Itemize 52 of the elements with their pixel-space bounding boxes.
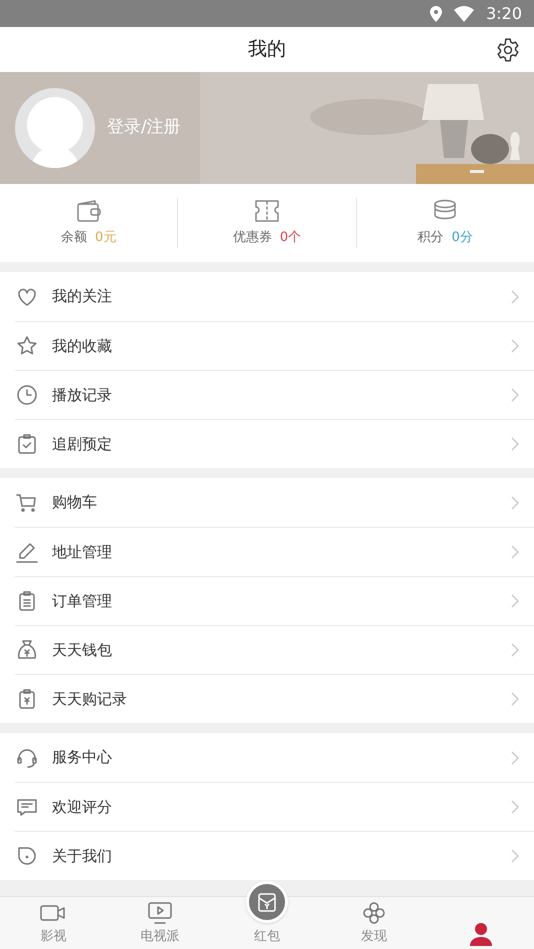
stat-label: 余额 [61, 229, 88, 248]
menu-label: 关于我们 [52, 846, 113, 867]
menu-label: 欢迎评分 [52, 796, 113, 818]
stat-label: 优惠券 [232, 229, 272, 248]
menu-item[interactable]: 购物车 [15, 478, 534, 527]
menu-item[interactable]: 天天购记录 [15, 674, 534, 723]
menu-label: 追剧预定 [52, 434, 113, 455]
menu-label: 天天钱包 [52, 640, 113, 661]
chevron-right-icon [511, 594, 519, 608]
page-title: 我的 [248, 37, 286, 62]
wifi-icon [454, 6, 474, 22]
menu-label: 购物车 [52, 492, 98, 514]
chevron-right-icon [511, 496, 519, 510]
stat-value: 0分 [452, 229, 473, 248]
menu-label: 播放记录 [52, 384, 113, 406]
chevron-right-icon [511, 800, 519, 814]
chevron-right-icon [511, 339, 519, 353]
chevron-right-icon [511, 545, 519, 559]
chevron-right-icon [511, 849, 519, 863]
menu-label: 地址管理 [52, 542, 113, 563]
chevron-right-icon [511, 692, 519, 706]
menu-item[interactable]: 我的收藏 [15, 321, 534, 370]
menu-item[interactable]: 关于我们 [15, 831, 534, 880]
envelope-icon[interactable] [246, 881, 288, 923]
stat-value: 0个 [280, 229, 302, 248]
menu-label: 我的关注 [52, 286, 113, 308]
menu-item[interactable]: 欢迎评分 [15, 782, 534, 831]
menu-item[interactable]: 服务中心 [15, 733, 534, 782]
stat-value: 0元 [95, 229, 116, 248]
chevron-right-icon [511, 750, 519, 764]
money-bag-icon [15, 638, 39, 662]
menu-label: 我的收藏 [52, 336, 113, 357]
menu-label: 天天购记录 [52, 688, 128, 710]
menu-item[interactable]: 我的关注 [15, 272, 534, 321]
menu-label: 订单管理 [52, 590, 113, 612]
wallet-icon [74, 198, 103, 224]
chevron-right-icon [511, 290, 519, 304]
location-icon [430, 6, 442, 22]
menu-item[interactable]: 地址管理 [15, 527, 534, 576]
menu-label: 服务中心 [52, 747, 113, 768]
menu-item[interactable]: 追剧预定 [15, 419, 534, 468]
chevron-right-icon [511, 643, 519, 657]
chevron-right-icon [511, 388, 519, 402]
menu-item[interactable]: 天天钱包 [15, 625, 534, 674]
stat-label: 积分 [418, 229, 444, 248]
ticket-icon [252, 198, 281, 224]
chevron-right-icon [511, 437, 519, 451]
tv-icon [146, 900, 174, 924]
clock-icon [15, 383, 39, 407]
clock-time: 3:20 [486, 2, 522, 24]
menu-item[interactable]: 订单管理 [15, 576, 534, 625]
menu-item[interactable]: 播放记录 [15, 370, 534, 419]
